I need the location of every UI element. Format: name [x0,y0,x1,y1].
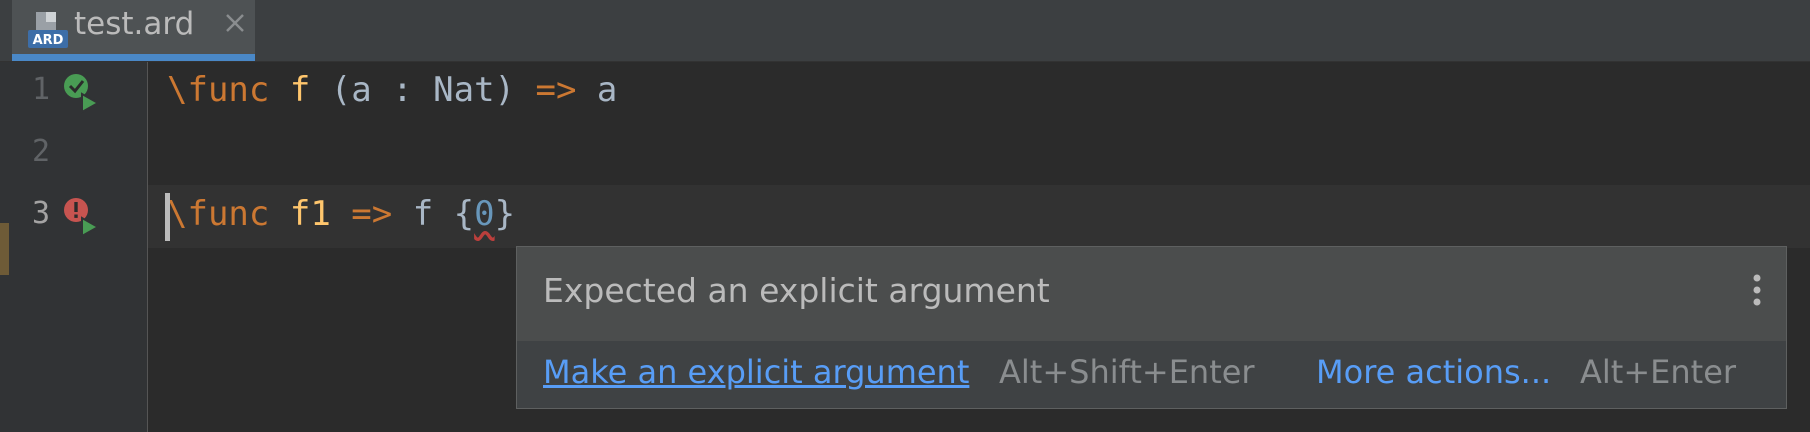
code-line-3[interactable]: \func f1 => f {0} [167,194,515,234]
secondary-shortcut: Alt+Enter [1580,353,1737,391]
line-number: 2 [32,134,51,169]
error-popup: Expected an explicit argument Make an ex… [516,246,1787,409]
function-name: f1 [289,194,331,234]
code-text: a [576,70,618,110]
code-text: f { [392,194,475,234]
text-caret [165,193,170,241]
error-argument[interactable]: 0 [474,194,494,234]
editor-gutter: 1 2 3 [10,62,148,432]
more-vertical-icon[interactable] [1752,273,1762,307]
keyword: \func [167,194,270,234]
run-ok-icon[interactable] [60,70,104,114]
code-text: } [494,194,516,234]
more-actions-link[interactable]: More actions... [1316,353,1551,391]
arrow-operator: => [351,194,393,234]
left-margin-strip [0,62,10,432]
make-explicit-argument-link[interactable]: Make an explicit argument [543,353,969,391]
tab-title: test.ard [74,6,195,42]
function-name: f [289,70,311,110]
arrow-operator: => [535,70,577,110]
keyword: \func [167,70,270,110]
change-marker [0,223,9,275]
code-line-1[interactable]: \func f (a : Nat) => a [167,70,617,110]
code-text: (a : Nat) [310,70,536,110]
tab-test-ard[interactable]: ARD test.ard [12,0,255,61]
line-number: 3 [32,196,51,231]
svg-text:ARD: ARD [33,33,64,48]
active-tab-indicator [12,54,255,61]
arend-file-icon: ARD [28,12,68,48]
line-number: 1 [32,72,51,107]
primary-shortcut: Alt+Shift+Enter [999,353,1255,391]
popup-actions-bar: Make an explicit argument Alt+Shift+Ente… [517,341,1786,408]
error-message: Expected an explicit argument [543,271,1050,310]
editor-tab-bar: ARD test.ard [0,0,1810,62]
run-error-icon[interactable] [60,194,104,238]
close-icon[interactable] [224,12,246,34]
